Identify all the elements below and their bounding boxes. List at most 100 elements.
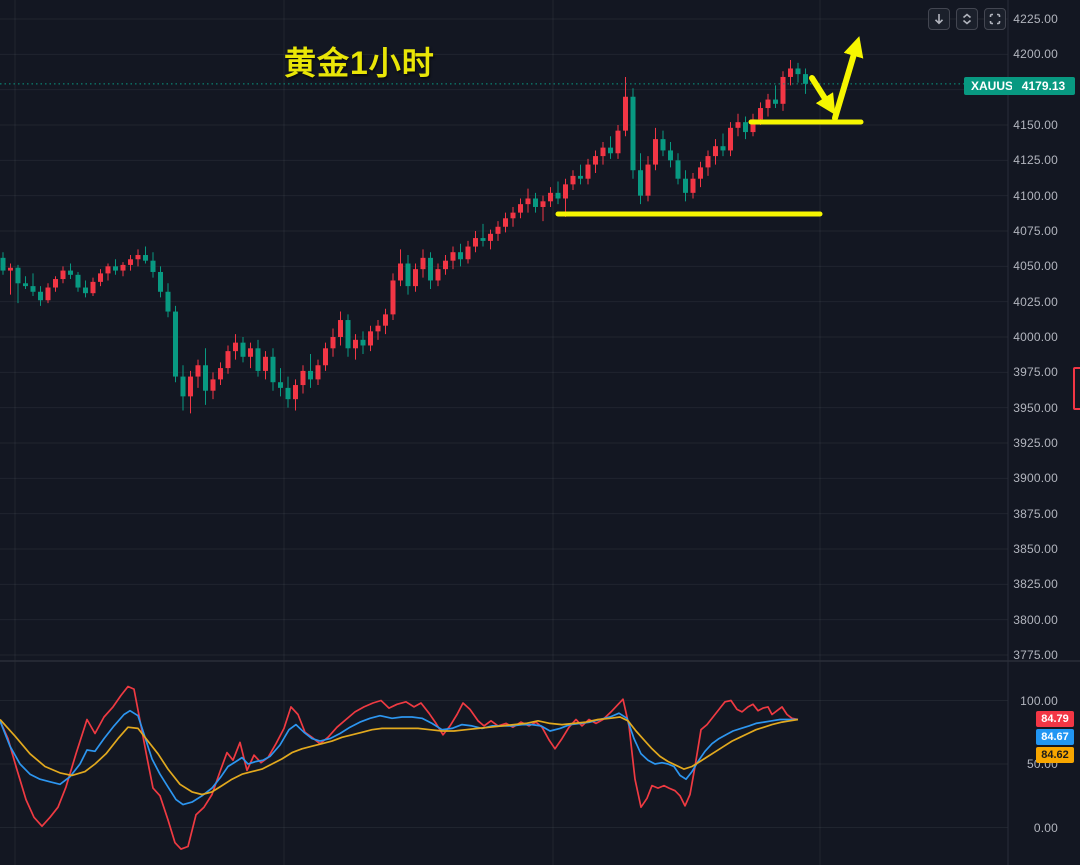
candle-body (1, 258, 6, 271)
price-axis-label: 4225.00 (984, 12, 1076, 26)
clipped-edge-price-marker (1073, 367, 1080, 410)
candle-body (181, 377, 186, 397)
candle-body (743, 122, 748, 132)
candle-body (458, 252, 463, 259)
last-price-label: 4179.13 (1012, 77, 1075, 95)
chart-canvas[interactable] (0, 0, 1080, 865)
candle-body (496, 227, 501, 234)
candle-body (586, 165, 591, 179)
candle-body (766, 100, 771, 108)
price-axis-label: 3850.00 (984, 542, 1076, 556)
candle-body (188, 377, 193, 397)
price-axis-label: 3875.00 (984, 507, 1076, 521)
candle-body (698, 167, 703, 178)
price-axis-label: 4125.00 (984, 153, 1076, 167)
candle-body (421, 258, 426, 269)
candle-body (16, 268, 21, 284)
candle-body (511, 213, 516, 219)
candle-body (278, 382, 283, 388)
candle-body (8, 268, 13, 271)
candle-body (113, 266, 118, 270)
candle-body (271, 357, 276, 382)
price-axis-label: 3925.00 (984, 436, 1076, 450)
price-axis-label: 3775.00 (984, 648, 1076, 662)
candle-body (503, 218, 508, 226)
chart-title-annotation: 黄金1小时 (284, 38, 435, 84)
candle-body (706, 156, 711, 167)
price-axis-label: 4050.00 (984, 259, 1076, 273)
arrow-down-icon (932, 12, 946, 26)
candle-body (301, 371, 306, 385)
price-axis-label: 4200.00 (984, 47, 1076, 61)
candle-body (38, 292, 43, 300)
candle-body (143, 255, 148, 261)
candle-body (623, 97, 628, 131)
candle-body (31, 286, 36, 292)
candle-body (526, 198, 531, 204)
candle-body (376, 326, 381, 332)
candle-body (466, 247, 471, 260)
candle-body (773, 100, 778, 104)
candle-body (571, 176, 576, 184)
candle-body (98, 273, 103, 281)
kdj-line-k (0, 711, 798, 805)
candle-body (541, 201, 546, 207)
candle-body (638, 170, 643, 195)
candle-body (556, 193, 561, 199)
candle-body (196, 365, 201, 376)
candle-body (203, 365, 208, 390)
candle-body (323, 348, 328, 365)
candle-body (473, 238, 478, 246)
candle-body (241, 343, 246, 357)
candle-body (713, 146, 718, 156)
candle-body (361, 340, 366, 346)
candle-body (106, 266, 111, 273)
candle-body (23, 283, 28, 286)
price-axis-label: 3900.00 (984, 471, 1076, 485)
candle-body (151, 261, 156, 272)
price-axis-label: 3800.00 (984, 613, 1076, 627)
indicator-value-badge: 84.67 (1036, 729, 1074, 745)
candle-body (653, 139, 658, 164)
indicator-axis-label: 100.00 (984, 694, 1076, 708)
candle-body (721, 146, 726, 150)
candle-body (533, 198, 538, 206)
candle-body (308, 371, 313, 379)
candle-body (601, 148, 606, 156)
candle-body (661, 139, 666, 150)
candle-body (256, 348, 261, 371)
candle-body (233, 343, 238, 351)
drawn-pullback-arrow-down[interactable] (812, 78, 831, 108)
kdj-line-d (0, 717, 798, 795)
candle-body (166, 292, 171, 312)
maximize-pane-button[interactable] (956, 8, 978, 30)
candle-body (391, 280, 396, 314)
candle-body (796, 68, 801, 74)
candle-body (728, 128, 733, 151)
candle-body (488, 234, 493, 241)
candle-body (368, 331, 373, 345)
candle-body (803, 74, 808, 84)
candle-body (593, 156, 598, 164)
collapse-chevrons-icon (960, 12, 974, 26)
move-pane-down-button[interactable] (928, 8, 950, 30)
indicator-value-badge: 84.79 (1036, 711, 1074, 727)
candle-body (76, 275, 81, 288)
indicator-axis-label: 0.00 (984, 821, 1076, 835)
candle-body (68, 271, 73, 275)
candle-body (331, 337, 336, 348)
candle-body (158, 272, 163, 292)
candle-body (548, 193, 553, 201)
price-axis-label: 3950.00 (984, 401, 1076, 415)
drawn-rally-arrow-up[interactable] (835, 44, 857, 118)
candle-body (788, 68, 793, 76)
candle-body (353, 340, 358, 348)
candle-body (428, 258, 433, 281)
candle-body (646, 165, 651, 196)
candle-body (226, 351, 231, 368)
candle-body (443, 261, 448, 269)
candle-body (481, 238, 486, 241)
candle-body (736, 122, 741, 128)
candle-body (121, 265, 126, 271)
candle-body (616, 131, 621, 154)
